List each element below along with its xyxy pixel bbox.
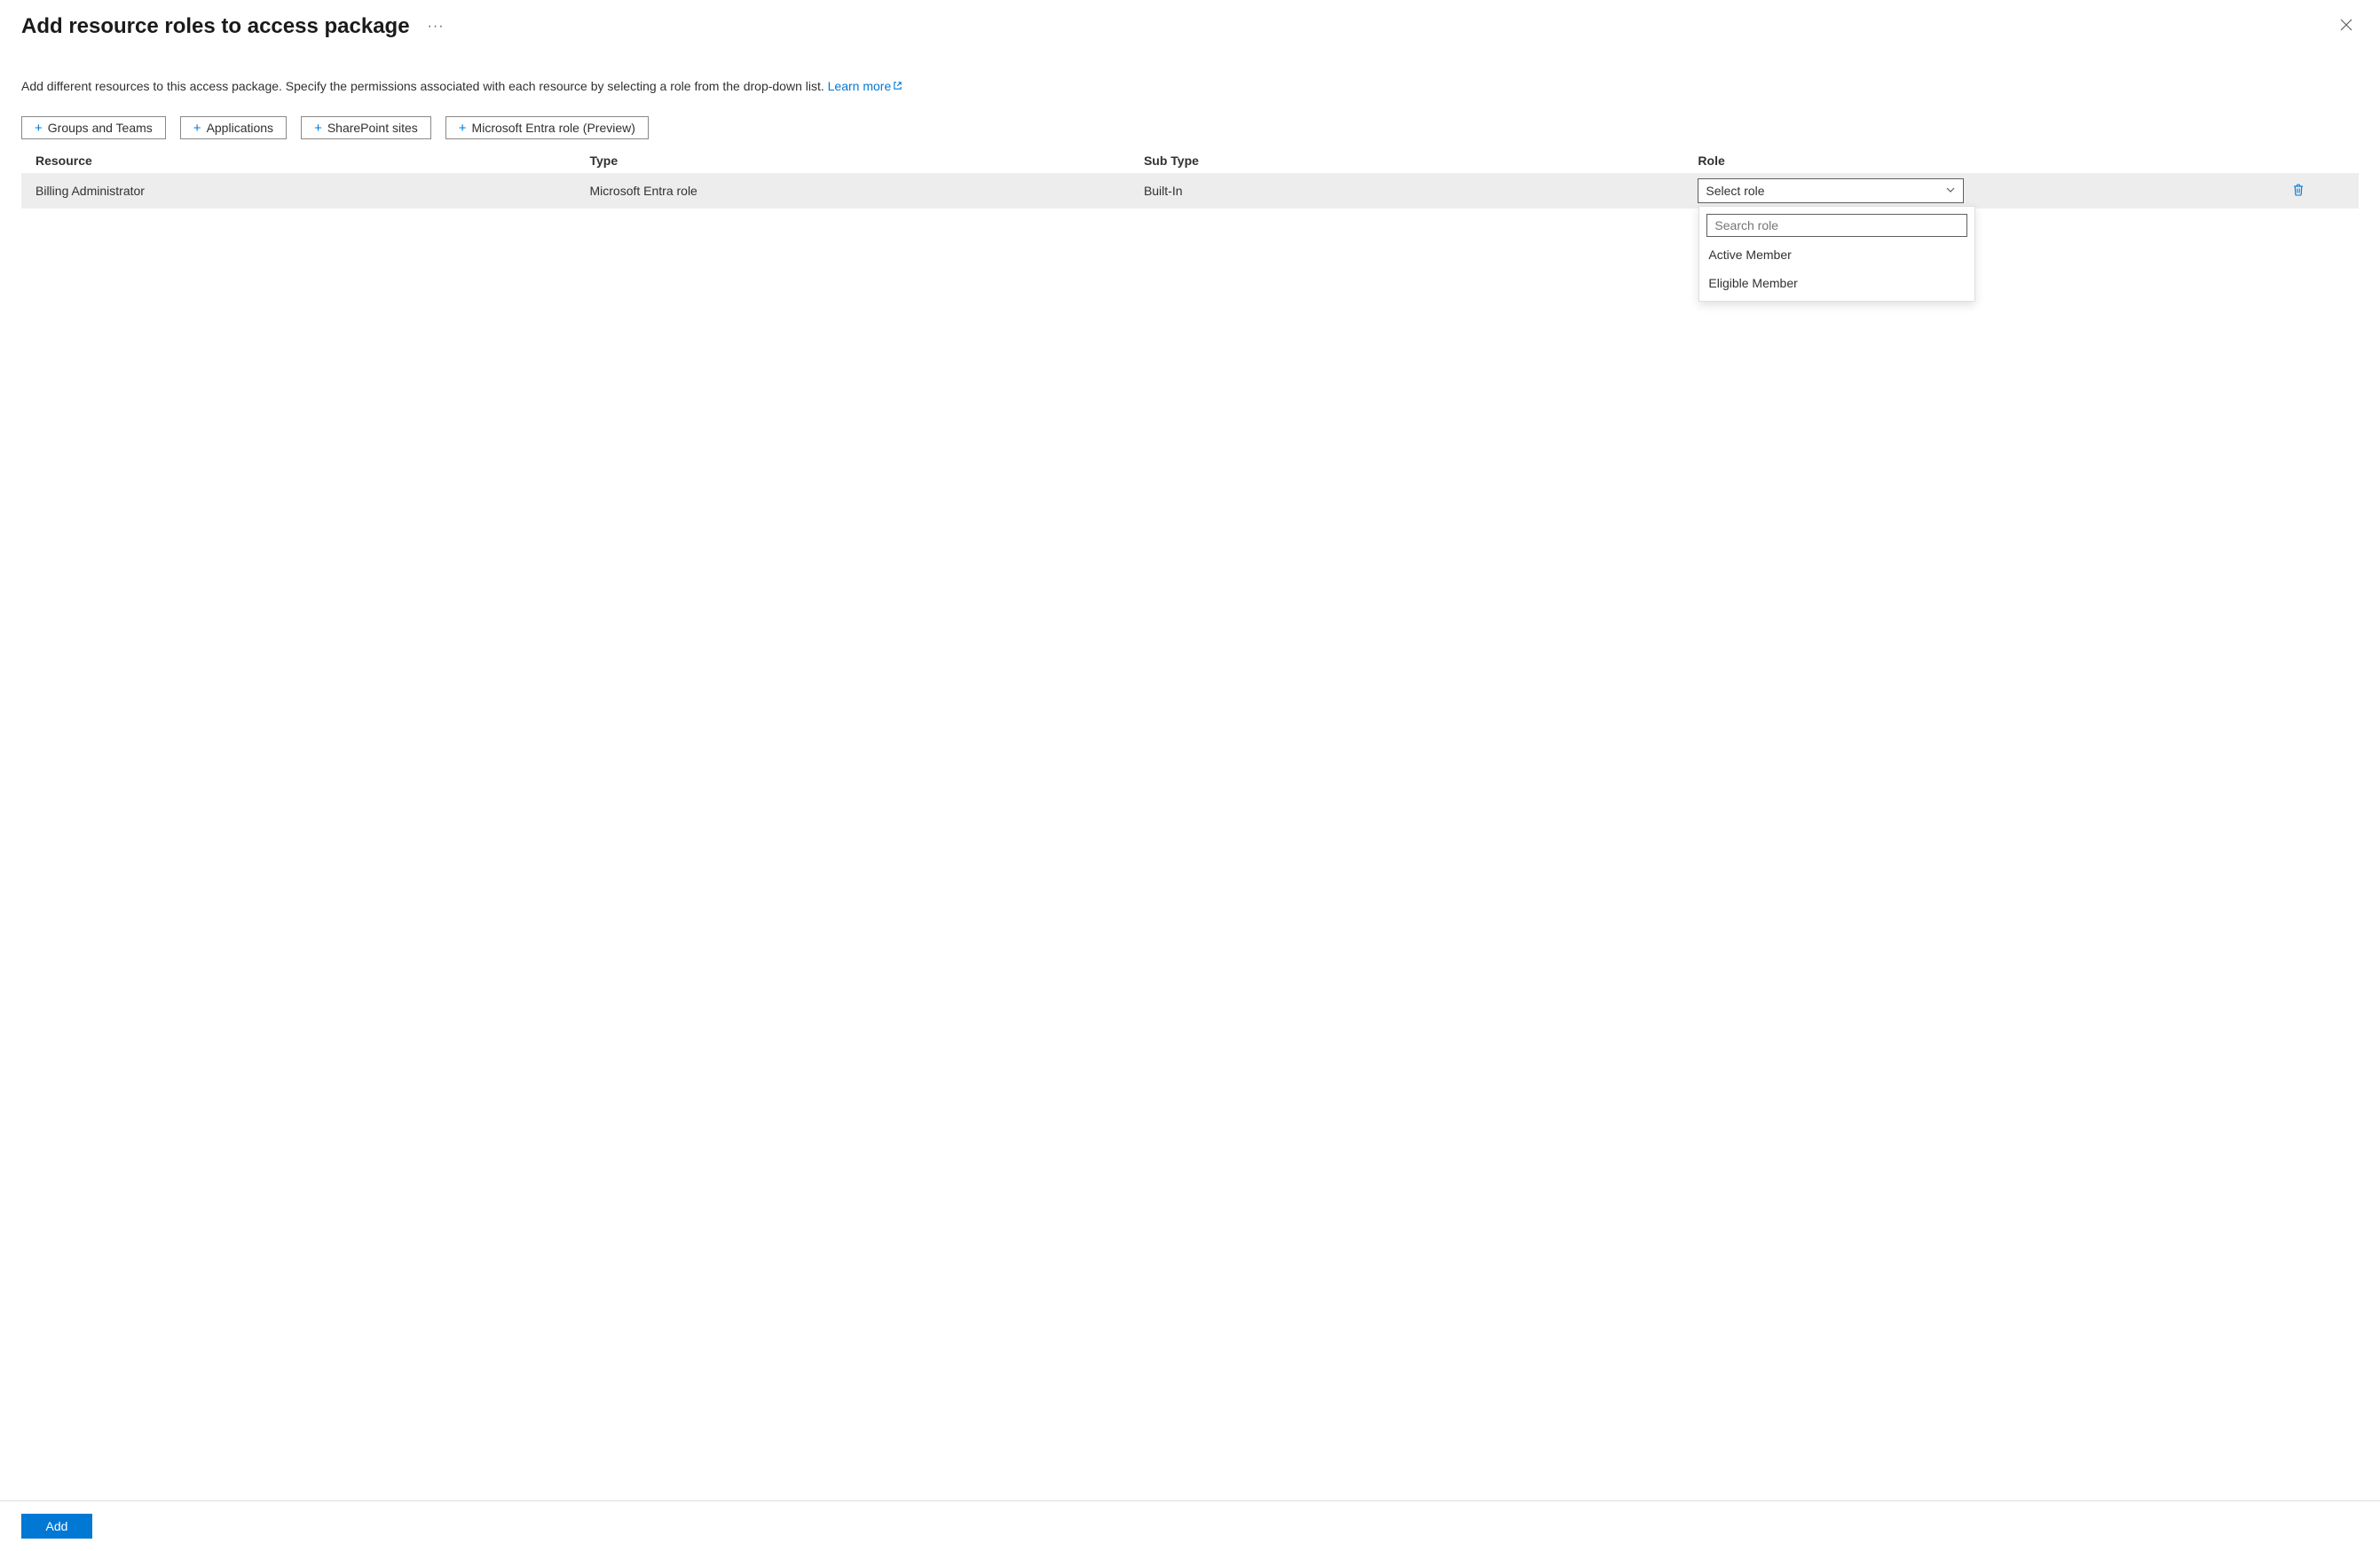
role-select-placeholder: Select role	[1706, 184, 1764, 198]
role-dropdown-panel: Active Member Eligible Member	[1698, 206, 1975, 302]
cell-type: Microsoft Entra role	[589, 184, 1143, 198]
cell-subtype: Built-In	[1144, 184, 1698, 198]
column-header-subtype: Sub Type	[1144, 154, 1698, 168]
button-label: Applications	[207, 121, 274, 135]
plus-icon: +	[193, 121, 201, 136]
resource-button-row: + Groups and Teams + Applications + Shar…	[0, 100, 2380, 148]
add-groups-teams-button[interactable]: + Groups and Teams	[21, 116, 166, 139]
button-label: Groups and Teams	[48, 121, 153, 135]
role-select-dropdown[interactable]: Select role Active Member Eligible Membe…	[1698, 178, 1964, 203]
add-applications-button[interactable]: + Applications	[180, 116, 287, 139]
plus-icon: +	[459, 121, 467, 136]
plus-icon: +	[314, 121, 322, 136]
button-label: SharePoint sites	[327, 121, 418, 135]
table-row: Billing Administrator Microsoft Entra ro…	[21, 173, 2359, 209]
delete-row-button[interactable]	[2289, 181, 2307, 201]
chevron-down-icon	[1945, 184, 1956, 198]
external-link-icon	[893, 81, 902, 91]
table-header-row: Resource Type Sub Type Role	[21, 148, 2359, 173]
cell-resource: Billing Administrator	[35, 184, 589, 198]
plus-icon: +	[35, 121, 43, 136]
add-sharepoint-sites-button[interactable]: + SharePoint sites	[301, 116, 431, 139]
column-header-role: Role	[1698, 154, 2251, 168]
learn-more-label: Learn more	[828, 79, 892, 93]
learn-more-link[interactable]: Learn more	[828, 79, 903, 93]
close-button[interactable]	[2334, 12, 2359, 40]
description-text: Add different resources to this access p…	[21, 79, 828, 93]
add-button[interactable]: Add	[21, 1514, 92, 1539]
role-option-active-member[interactable]: Active Member	[1699, 240, 1974, 269]
description-area: Add different resources to this access p…	[0, 47, 2380, 100]
column-header-resource: Resource	[35, 154, 589, 168]
role-option-eligible-member[interactable]: Eligible Member	[1699, 269, 1974, 297]
trash-icon	[2291, 183, 2305, 197]
column-header-type: Type	[589, 154, 1143, 168]
close-icon	[2339, 18, 2353, 32]
page-title: Add resource roles to access package	[21, 14, 410, 39]
role-search-input[interactable]	[1706, 214, 1967, 237]
button-label: Microsoft Entra role (Preview)	[472, 121, 635, 135]
more-options-icon[interactable]: ···	[428, 19, 445, 35]
add-entra-role-button[interactable]: + Microsoft Entra role (Preview)	[445, 116, 649, 139]
